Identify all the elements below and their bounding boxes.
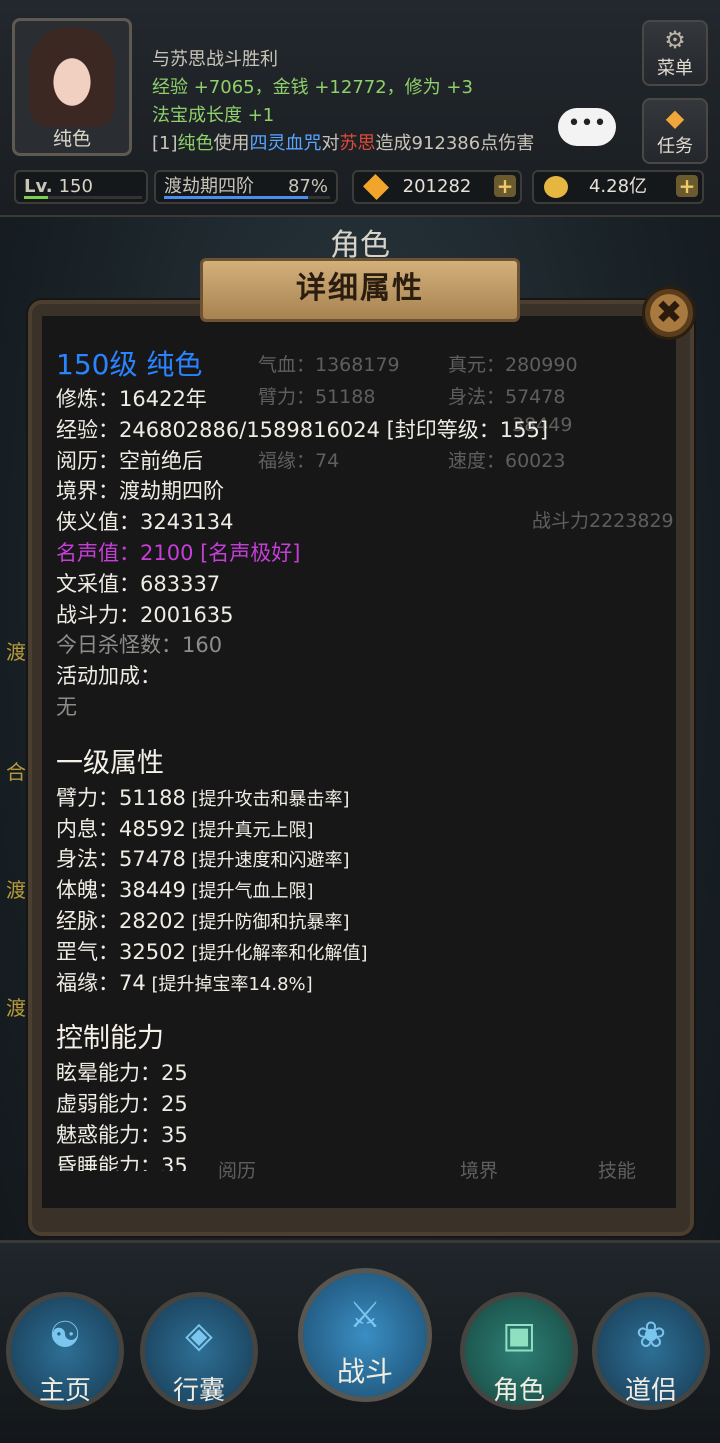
log-index: [1] <box>152 133 178 154</box>
realm-progress-bar <box>164 196 330 199</box>
stat-power: 战斗力：2001635 <box>56 602 234 627</box>
log-text: 造成912386点伤害 <box>375 133 535 154</box>
chat-bubble-button[interactable]: ••• <box>558 108 616 146</box>
character-header: 150级 纯色 <box>56 348 203 381</box>
stat-chivalry: 侠义值：3243134 <box>56 510 234 535</box>
nav-role-button[interactable]: ▣ 角色 <box>460 1292 578 1410</box>
stat-exp: 经验：246802886/1589816024 [封印等级：155] <box>56 417 549 442</box>
attr-value: 体魄：38449 <box>56 878 186 903</box>
primary-attributes-title: 一级属性 <box>56 747 164 779</box>
stat-literary: 文采值：683337 <box>56 571 221 596</box>
attr-row: 福缘：74 [提升掉宝率14.8%] <box>56 968 656 999</box>
attribute-list: 150级 纯色 修炼：16422年 经验：246802886/158981602… <box>56 346 656 1171</box>
spirit-icon: ❀ <box>635 1315 667 1356</box>
attr-value: 身法：57478 <box>56 847 186 872</box>
attr-note: [提升掉宝率14.8%] <box>145 973 313 995</box>
log-line-damage: [1]纯色使用四灵血咒对苏思造成912386点伤害 <box>152 130 534 158</box>
diamond-icon: ◆ <box>665 104 685 132</box>
nav-home-label: 主页 <box>38 1376 91 1406</box>
attr-note: [提升防御和抗暴率] <box>185 911 350 933</box>
stat-experience: 阅历：空前绝后 <box>56 448 203 473</box>
gold-counter: 4.28亿 + <box>532 170 704 204</box>
log-text: 使用 <box>213 133 250 154</box>
stat-cultivation: 修炼：16422年 <box>56 387 207 411</box>
nav-partner-button[interactable]: ❀ 道侣 <box>592 1292 710 1410</box>
gem-value: 201282 <box>402 176 472 197</box>
add-gems-button[interactable]: + <box>494 175 516 197</box>
side-marker: 渡 <box>6 640 26 664</box>
nav-battle-button[interactable]: ⚔ 战斗 <box>298 1268 432 1402</box>
attr-note: [提升气血上限] <box>185 881 314 903</box>
control-row: 虚弱能力：25 <box>56 1092 188 1117</box>
level-progress-bar <box>24 196 142 199</box>
control-row: 眩晕能力：25 <box>56 1061 188 1086</box>
player-name: 纯色 <box>52 128 91 150</box>
gear-icon: ⚙ <box>664 26 686 54</box>
nav-battle-label: 战斗 <box>336 1355 393 1388</box>
attr-value: 罡气：32502 <box>56 939 186 964</box>
realm-display: 渡劫期四阶 87% <box>154 170 338 204</box>
control-row: 昏睡能力：35 <box>56 1153 188 1171</box>
realm-name: 渡劫期四阶 <box>164 176 254 197</box>
gold-value: 4.28亿 <box>588 176 648 197</box>
attr-row: 罡气：32502 [提升化解率和化解值] <box>56 937 656 968</box>
gem-icon <box>362 173 390 201</box>
attr-note: [提升化解率和化解值] <box>185 942 368 964</box>
coin-icon <box>544 176 568 198</box>
side-marker: 渡 <box>6 996 26 1020</box>
menu-button[interactable]: ⚙ 菜单 <box>642 20 708 86</box>
sword-icon: ⚔ <box>348 1295 382 1336</box>
attr-row: 体魄：38449 [提升气血上限] <box>56 875 656 906</box>
attr-row: 内息：48592 [提升真元上限] <box>56 814 656 845</box>
level-tag: Lv. <box>24 176 53 197</box>
log-target: 苏思 <box>339 133 376 154</box>
bag-icon: ◈ <box>185 1315 213 1356</box>
player-avatar[interactable]: 纯色 <box>12 18 132 156</box>
stat-kills-today: 今日杀怪数：160 <box>56 633 223 658</box>
quest-button[interactable]: ◆ 任务 <box>642 98 708 164</box>
attr-row: 经脉：28202 [提升防御和抗暴率] <box>56 906 656 937</box>
stat-fame: 名声值：2100 [名声极好] <box>56 540 301 565</box>
control-row: 魅惑能力：35 <box>56 1122 188 1147</box>
attr-row: 身法：57478 [提升速度和闪避率] <box>56 844 656 875</box>
stat-activity-bonus: 活动加成： <box>56 664 161 689</box>
attr-value: 福缘：74 <box>56 970 146 995</box>
nav-role-label: 角色 <box>492 1376 545 1406</box>
side-marker: 渡 <box>6 878 26 902</box>
avatar-portrait <box>29 27 115 127</box>
log-line: 与苏思战斗胜利 <box>152 49 278 70</box>
side-marker: 合 <box>6 760 26 784</box>
dialog-title-banner: 详细属性 <box>200 258 520 322</box>
nav-home-button[interactable]: ☯ 主页 <box>6 1292 124 1410</box>
gem-counter: 201282 + <box>352 170 522 204</box>
log-line-rewards: 经验 +7065，金钱 +12772，修为 +3 <box>152 77 473 98</box>
attr-row: 臂力：51188 [提升攻击和暴击率] <box>56 783 656 814</box>
log-line-treasure: 法宝成长度 +1 <box>152 105 275 126</box>
nav-partner-label: 道侣 <box>624 1376 677 1406</box>
battle-log: 与苏思战斗胜利 经验 +7065，金钱 +12772，修为 +3 法宝成长度 +… <box>152 46 534 158</box>
control-abilities-title: 控制能力 <box>56 1023 164 1055</box>
close-icon[interactable]: ✖ <box>642 286 696 340</box>
log-actor: 纯色 <box>177 133 214 154</box>
attr-value: 经脉：28202 <box>56 908 186 933</box>
attr-value: 内息：48592 <box>56 816 186 841</box>
add-gold-button[interactable]: + <box>676 175 698 197</box>
home-icon: ☯ <box>48 1315 82 1356</box>
stat-activity-bonus-value: 无 <box>56 694 77 719</box>
attr-value: 臂力：51188 <box>56 785 186 810</box>
attr-note: [提升真元上限] <box>185 819 314 841</box>
stat-realm: 境界：渡劫期四阶 <box>56 479 224 504</box>
quest-label: 任务 <box>657 136 693 157</box>
log-text: 对 <box>321 133 340 154</box>
level-value: 150 <box>58 176 93 197</box>
attr-note: [提升攻击和暴击率] <box>185 788 350 810</box>
attr-note: [提升速度和闪避率] <box>185 850 350 872</box>
dialog-title: 详细属性 <box>296 271 424 306</box>
log-skill: 四灵血咒 <box>249 133 322 154</box>
nav-bag-button[interactable]: ◈ 行囊 <box>140 1292 258 1410</box>
level-display: Lv. 150 <box>14 170 148 204</box>
nav-bag-label: 行囊 <box>172 1376 225 1406</box>
chest-icon: ▣ <box>501 1315 536 1356</box>
menu-label: 菜单 <box>657 58 693 79</box>
